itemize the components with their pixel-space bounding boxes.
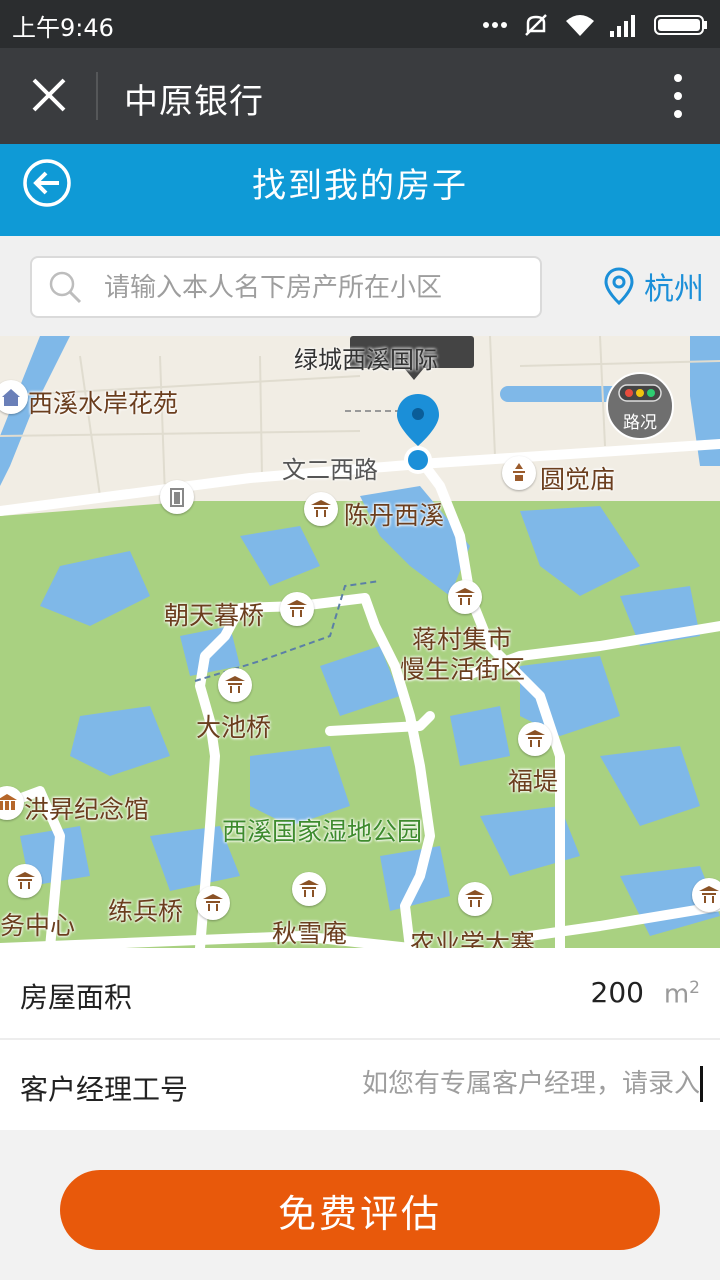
marker-label: 绿城西溪国际 [294, 346, 438, 374]
area-unit: m2 [663, 978, 700, 1010]
poi-label[interactable]: 朝天暮桥 [164, 596, 264, 632]
search-icon [49, 271, 82, 304]
manager-id-input[interactable] [308, 1066, 703, 1102]
area-row: 房屋面积 200 m2 [0, 948, 720, 1038]
poi-label[interactable]: 务中心 [0, 906, 75, 942]
poi-label[interactable]: 农业学大寨 [410, 924, 535, 948]
manager-row: 客户经理工号 [0, 1040, 720, 1130]
poi-label[interactable]: 福堤 [508, 762, 558, 798]
title-divider [96, 72, 98, 120]
pavilion-icon[interactable] [448, 580, 482, 614]
webview-title-bar: 中原银行 [0, 48, 720, 144]
location-pin-icon [604, 267, 634, 305]
wifi-icon [566, 15, 594, 36]
search-input[interactable] [102, 258, 526, 318]
status-bar: 上午9:46 [0, 0, 720, 48]
search-row: 杭州 [0, 236, 720, 336]
battery-icon [654, 15, 707, 35]
signal-icon [610, 15, 635, 37]
pavilion-icon[interactable] [692, 878, 720, 912]
pavilion-icon[interactable] [458, 882, 492, 916]
status-icons [482, 10, 708, 40]
traffic-label: 路况 [623, 413, 657, 433]
area-label: 房屋面积 [20, 981, 133, 1014]
pavilion-icon[interactable] [304, 492, 338, 526]
webview-title: 中原银行 [124, 82, 264, 122]
city-label: 杭州 [644, 272, 704, 307]
mute-icon [525, 14, 547, 36]
free-evaluation-button[interactable]: 免费评估 [60, 1170, 660, 1250]
pavilion-icon[interactable] [518, 722, 552, 756]
pavilion-icon[interactable] [8, 864, 42, 898]
poi-label[interactable]: 西溪水岸花苑 [28, 384, 178, 420]
more-vertical-icon [674, 74, 682, 82]
poi-label[interactable]: 陈丹西溪 [344, 496, 444, 532]
pavilion-icon[interactable] [292, 872, 326, 906]
pavilion-icon[interactable] [280, 592, 314, 626]
poi-label[interactable]: 练兵桥 [108, 892, 183, 928]
poi-label[interactable]: 洪昇纪念馆 [24, 790, 149, 826]
page-title: 找到我的房子 [252, 166, 468, 206]
poi-label[interactable]: 圆觉庙 [540, 460, 615, 496]
poi-label[interactable]: 慢生活街区 [400, 650, 525, 686]
poi-label[interactable]: 秋雪庵 [272, 914, 347, 948]
door-icon[interactable] [160, 480, 194, 514]
traffic-toggle-button[interactable]: 路况 [606, 372, 674, 440]
city-picker[interactable]: 杭州 [604, 266, 704, 307]
pavilion-icon[interactable] [218, 668, 252, 702]
close-icon [32, 78, 66, 112]
more-dots-icon [483, 22, 507, 28]
area-value[interactable]: 200 [591, 976, 644, 1009]
more-options-button[interactable] [666, 74, 690, 118]
poi-label[interactable]: 大池桥 [196, 708, 271, 744]
pavilion-icon[interactable] [196, 886, 230, 920]
traffic-light-icon [618, 384, 662, 402]
manager-label: 客户经理工号 [20, 1073, 189, 1106]
page-header: 找到我的房子 [0, 144, 720, 236]
close-button[interactable] [24, 70, 76, 122]
temple-icon[interactable] [502, 456, 536, 490]
status-time: 上午9:46 [12, 14, 114, 42]
road-label: 文二西路 [282, 456, 378, 484]
poi-label[interactable]: 西溪国家湿地公园 [222, 812, 422, 848]
search-box[interactable] [30, 256, 542, 318]
